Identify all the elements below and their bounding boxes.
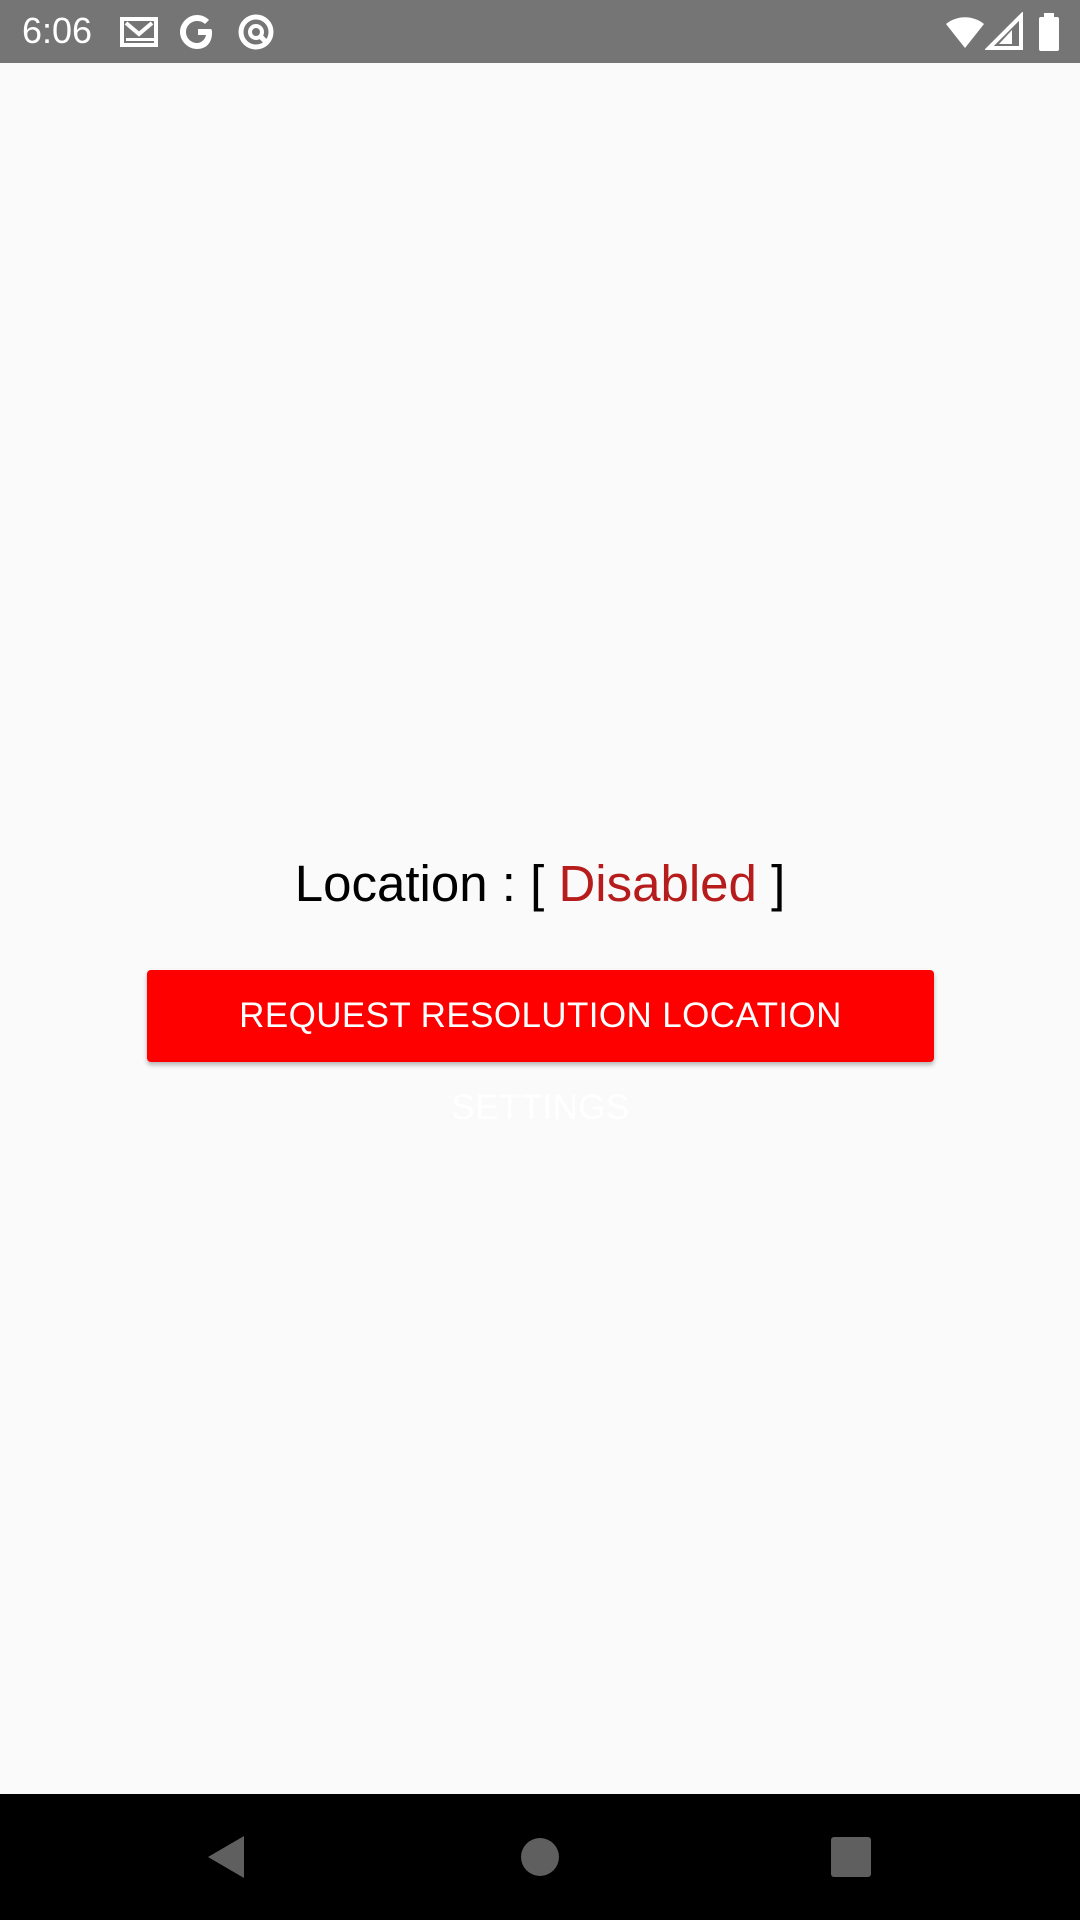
cellular-signal-icon	[985, 12, 1025, 52]
location-close-bracket: ]	[771, 855, 786, 912]
back-icon[interactable]	[192, 1824, 258, 1890]
home-icon[interactable]	[507, 1824, 573, 1890]
navigation-bar	[0, 1794, 1080, 1920]
location-status-row: Location : [ Disabled ]	[0, 850, 1080, 918]
battery-icon	[1036, 12, 1062, 52]
gmail-icon	[120, 12, 160, 52]
wifi-icon	[945, 12, 985, 52]
no-disturb-icon	[236, 12, 276, 52]
location-label: Location : [	[294, 855, 545, 912]
location-status-value: Disabled	[558, 855, 757, 912]
request-resolution-location-settings-button[interactable]: REQUEST RESOLUTION LOCATION SETTINGS	[147, 970, 934, 1127]
google-g-icon	[178, 12, 218, 52]
recents-icon[interactable]	[818, 1824, 884, 1890]
status-bar: 6:06	[0, 0, 1080, 63]
status-time: 6:06	[22, 10, 93, 51]
